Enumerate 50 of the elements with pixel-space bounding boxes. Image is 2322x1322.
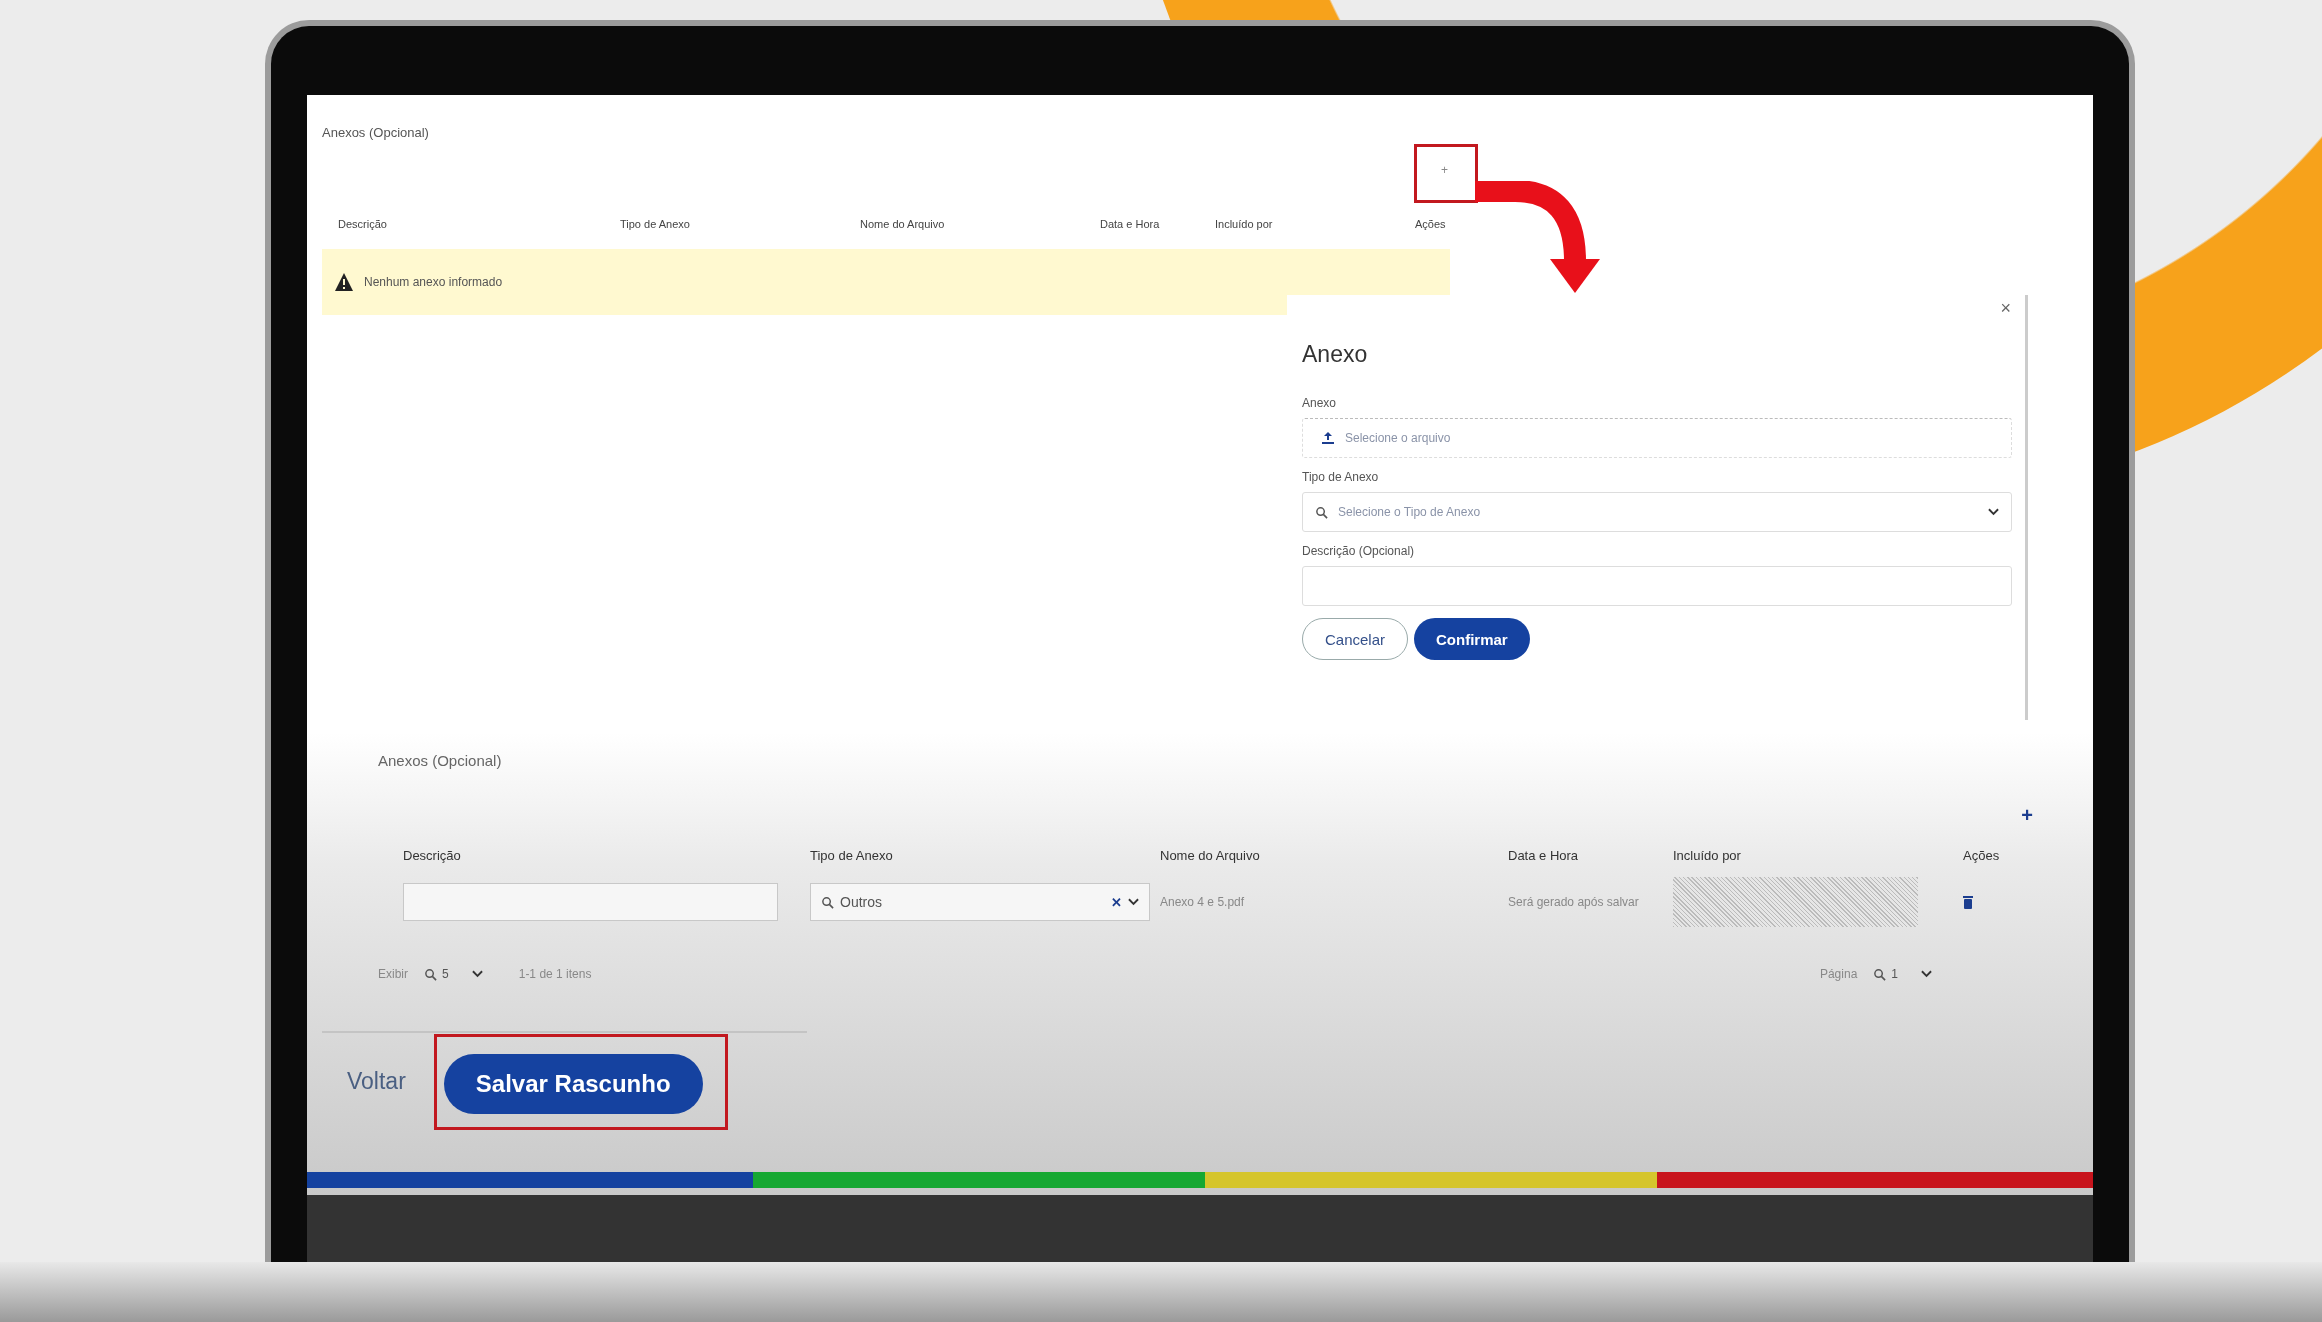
column-header: Nome do Arquivo [1160,848,1261,863]
chevron-down-icon [1128,898,1139,906]
column-header: Ações [1963,848,2001,863]
description-input[interactable] [1302,566,2012,606]
search-icon [1873,967,1887,981]
search-icon [1315,505,1328,519]
empty-message: Nenhum anexo informado [364,275,503,289]
field-label: Anexo [1302,396,1338,410]
date-cell-text: Será gerado após salvar [1508,895,1640,909]
column-header: Data e Hora [1508,848,1580,863]
section-title: Anexos (Opcional) [378,752,503,771]
column-header: Tipo de Anexo [620,218,691,230]
page-label: Página [1819,967,1858,981]
upload-icon [1321,431,1335,445]
search-icon [821,895,834,909]
dialog-title: Anexo [1302,341,1369,368]
save-draft-button[interactable]: Salvar Rascunho [443,1054,703,1114]
page-size-select[interactable]: 5 [418,965,489,983]
field-label: Descrição (Opcional) [1302,544,1416,558]
field-label: Tipo de Anexo [1302,470,1380,484]
chevron-down-icon [1921,970,1932,978]
show-label: Exibir [378,967,408,981]
items-range: 1-1 de 1 itens [518,967,592,981]
column-header: Descrição [403,848,462,863]
column-header: Incluído por [1215,218,1274,230]
column-header: Incluído por [1673,848,1742,863]
file-name: Anexo 4 e 5.pdf [1160,895,1246,909]
add-button[interactable]: + [1437,161,1452,179]
chevron-down-icon [1988,508,1999,516]
type-select[interactable]: Selecione o Tipo de Anexo [1302,492,2012,532]
column-header: Nome do Arquivo [860,218,946,230]
chevron-down-icon [471,970,483,978]
column-header: Ações [1415,218,1446,230]
file-upload-field[interactable]: Selecione o arquivo [1302,418,2012,458]
page-select[interactable]: 1 [1867,965,1938,983]
warning-icon [334,272,354,292]
type-select[interactable]: Outros ✕ [810,883,1150,921]
description-input[interactable] [403,883,778,921]
close-button[interactable]: × [1994,297,2017,320]
clear-button[interactable]: ✕ [1111,894,1122,910]
confirm-button[interactable]: Confirmar [1414,618,1530,660]
cancel-button[interactable]: Cancelar [1302,618,1409,660]
back-link[interactable]: Voltar [347,1067,406,1095]
column-header: Descrição [338,218,388,230]
section-title: Anexos (Opcional) [322,125,430,142]
column-header: Tipo de Anexo [810,848,894,863]
trash-icon[interactable] [1963,895,1973,909]
add-button[interactable]: + [2021,805,2033,825]
column-header: Data e Hora [1100,218,1161,230]
search-icon [424,967,437,981]
